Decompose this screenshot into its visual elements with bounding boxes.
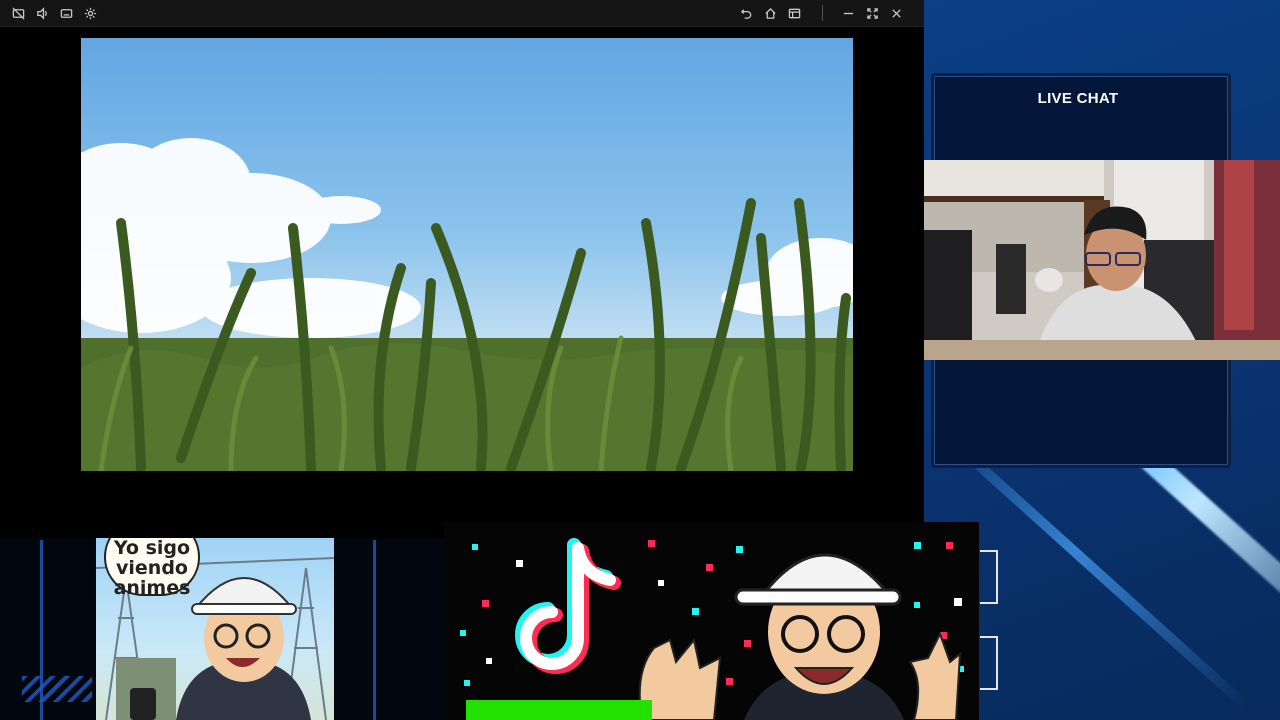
- overlay-box-lower: [980, 636, 998, 690]
- minimize-icon[interactable]: [838, 3, 858, 23]
- speech-line-2: viendo: [116, 557, 188, 579]
- speech-line-3: animes: [113, 577, 191, 599]
- captions-icon[interactable]: [56, 3, 76, 23]
- live-chat-title: LIVE CHAT: [1037, 90, 1119, 107]
- cartoon-engineer: [638, 553, 962, 720]
- tiktok-logo: [515, 538, 621, 674]
- no-pip-icon[interactable]: [8, 3, 28, 23]
- home-icon[interactable]: [760, 3, 780, 23]
- tiktok-overlay: [444, 522, 979, 720]
- meme-illustration: Yo sigo viendo animes: [96, 538, 334, 720]
- overlay-box-upper: [980, 550, 998, 604]
- player-titlebar: [0, 0, 924, 27]
- video-frame[interactable]: [81, 38, 853, 471]
- speech-line-1: Yo sigo: [113, 538, 191, 559]
- undo-icon[interactable]: [736, 3, 756, 23]
- decorative-stripes: [22, 676, 92, 702]
- titlebar-divider: [822, 5, 823, 21]
- green-bar: [466, 700, 652, 720]
- settings-icon[interactable]: [80, 3, 100, 23]
- webcam-feed: [924, 160, 1280, 360]
- fullscreen-icon[interactable]: [862, 3, 882, 23]
- close-icon[interactable]: [886, 3, 906, 23]
- volume-icon[interactable]: [32, 3, 52, 23]
- speech-bubble: Yo sigo viendo animes: [104, 538, 200, 599]
- layout-icon[interactable]: [784, 3, 804, 23]
- video-scene: [81, 138, 853, 471]
- player-window: [0, 0, 924, 540]
